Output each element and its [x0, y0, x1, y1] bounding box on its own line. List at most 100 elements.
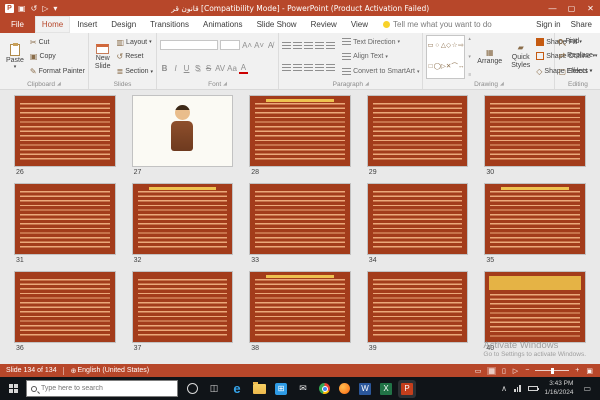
taskbar-file-explorer-icon[interactable] [253, 384, 266, 394]
font-color-button[interactable]: A [239, 64, 248, 74]
convert-smartart-button[interactable]: Convert to SmartArt▾ [342, 68, 419, 76]
taskbar-search[interactable] [26, 380, 178, 397]
taskbar-mail-icon[interactable]: ✉ [296, 377, 310, 400]
tab-transitions[interactable]: Transitions [143, 16, 196, 33]
find-button[interactable]: Find [558, 38, 597, 45]
slide-thumbnail-36[interactable] [14, 271, 116, 343]
clear-formatting-icon[interactable]: A̸ [266, 41, 275, 50]
slide-thumbnail-30[interactable] [484, 95, 586, 167]
slide-thumbnail-28[interactable] [249, 95, 351, 167]
columns-icon[interactable] [326, 64, 335, 72]
tab-file[interactable]: File [0, 16, 35, 33]
numbering-icon[interactable] [293, 42, 302, 50]
clipboard-dialog-launcher-icon[interactable]: ◢ [57, 81, 61, 87]
layout-button[interactable]: ▥Layout▾ [116, 38, 153, 47]
tab-home[interactable]: Home [35, 16, 70, 33]
reading-view-icon[interactable]: ▯ [501, 367, 507, 375]
share-button[interactable]: Share [571, 20, 592, 29]
slide-thumbnail-33[interactable] [249, 183, 351, 255]
tab-insert[interactable]: Insert [70, 16, 104, 33]
align-center-icon[interactable] [293, 64, 302, 72]
slide-thumbnail-37[interactable] [132, 271, 234, 343]
tab-slide-show[interactable]: Slide Show [250, 16, 304, 33]
slide-thumbnail-32[interactable] [132, 183, 234, 255]
paste-button[interactable]: Paste ▾ [3, 35, 27, 79]
text-shadow-button[interactable]: S [193, 64, 202, 73]
zoom-out-icon[interactable]: − [524, 367, 530, 374]
shape-icon[interactable]: ▭ [427, 43, 433, 50]
sign-in-button[interactable]: Sign in [536, 20, 560, 29]
bullets-icon[interactable] [282, 42, 291, 50]
tab-design[interactable]: Design [104, 16, 143, 33]
text-direction-button[interactable]: Text Direction▾ [342, 38, 419, 46]
zoom-slider-thumb[interactable] [551, 368, 554, 374]
taskbar-edge-icon[interactable]: e [230, 377, 244, 400]
search-input[interactable] [41, 385, 161, 392]
slide-thumbnail-27[interactable] [132, 95, 234, 167]
taskbar-clock[interactable]: 3:43 PM 1/16/2024 [545, 380, 574, 396]
align-text-button[interactable]: Align Text▾ [342, 53, 419, 61]
select-button[interactable]: ▢Select▾ [558, 67, 597, 76]
shrink-font-icon[interactable]: A˅ [254, 41, 264, 50]
bold-button[interactable]: B [160, 64, 169, 73]
zoom-in-icon[interactable]: + [574, 367, 580, 374]
slide-thumbnail-39[interactable] [367, 271, 469, 343]
language-label[interactable]: English (United States) [77, 367, 149, 374]
slide-thumbnail-40[interactable] [484, 271, 586, 343]
paste-dropdown-icon[interactable]: ▾ [14, 65, 17, 70]
shape-icon[interactable]: ☆ [452, 43, 458, 50]
shape-icon[interactable]: ⇨ [458, 43, 463, 50]
line-spacing-icon[interactable] [326, 42, 335, 50]
replace-button[interactable]: ⇄Replace▾ [558, 51, 597, 60]
start-slideshow-icon[interactable]: ▷ [42, 4, 48, 13]
drawing-dialog-launcher-icon[interactable]: ◢ [500, 81, 504, 87]
shape-icon[interactable]: ↔ [458, 64, 465, 71]
close-icon[interactable]: ✕ [581, 0, 600, 16]
slide-thumbnail-35[interactable] [484, 183, 586, 255]
justify-icon[interactable] [315, 64, 324, 72]
maximize-icon[interactable]: ▢ [562, 0, 581, 16]
action-center-icon[interactable]: ▭ [580, 384, 594, 393]
taskbar-word-icon[interactable]: W [359, 383, 371, 395]
paragraph-dialog-launcher-icon[interactable]: ◢ [365, 81, 369, 87]
slide-sorter-view-icon[interactable]: ▦ [487, 367, 496, 375]
font-name-combobox[interactable] [160, 40, 218, 50]
slideshow-view-icon[interactable]: ▷ [512, 367, 519, 375]
minimize-icon[interactable]: — [543, 0, 562, 16]
normal-view-icon[interactable]: ▭ [474, 367, 483, 375]
shape-icon[interactable]: ◯ [434, 64, 441, 71]
shape-icon[interactable]: □ [429, 64, 433, 71]
cut-button[interactable]: ✂Cut [30, 38, 85, 47]
hidden-icons-chevron-icon[interactable]: ∧ [501, 384, 507, 393]
tab-review[interactable]: Review [304, 16, 344, 33]
tell-me-box[interactable]: Tell me what you want to do [375, 16, 500, 33]
shape-gallery-scrollbar[interactable]: ▴▾≡ [468, 35, 471, 79]
format-painter-button[interactable]: ✎Format Painter [30, 67, 85, 76]
arrange-button[interactable]: ▦ Arrange [474, 35, 505, 79]
reset-button[interactable]: ↺Reset [116, 52, 153, 61]
taskbar-excel-icon[interactable]: X [380, 383, 392, 395]
character-spacing-button[interactable]: AV [215, 64, 225, 73]
tab-animations[interactable]: Animations [196, 16, 250, 33]
font-dialog-launcher-icon[interactable]: ◢ [223, 81, 227, 87]
align-left-icon[interactable] [282, 64, 291, 72]
start-button[interactable] [0, 377, 26, 400]
slide-thumbnail-31[interactable] [14, 183, 116, 255]
slide-thumbnail-38[interactable] [249, 271, 351, 343]
battery-icon[interactable] [528, 386, 538, 391]
taskbar-cortana-icon[interactable] [187, 383, 198, 394]
copy-button[interactable]: ▣Copy [30, 52, 85, 61]
zoom-slider[interactable] [535, 370, 569, 371]
taskbar-store-icon[interactable]: ⊞ [275, 383, 287, 395]
taskbar-firefox-icon[interactable] [339, 383, 350, 394]
fit-to-window-icon[interactable]: ▣ [585, 367, 594, 375]
tab-view[interactable]: View [344, 16, 375, 33]
decrease-indent-icon[interactable] [304, 42, 313, 50]
increase-indent-icon[interactable] [315, 42, 324, 50]
section-button[interactable]: ≣Section▾ [116, 67, 153, 76]
slide-thumbnail-26[interactable] [14, 95, 116, 167]
align-right-icon[interactable] [304, 64, 313, 72]
undo-icon[interactable]: ↺ [31, 4, 38, 13]
strikethrough-button[interactable]: S [204, 64, 213, 73]
network-icon[interactable] [514, 385, 521, 392]
